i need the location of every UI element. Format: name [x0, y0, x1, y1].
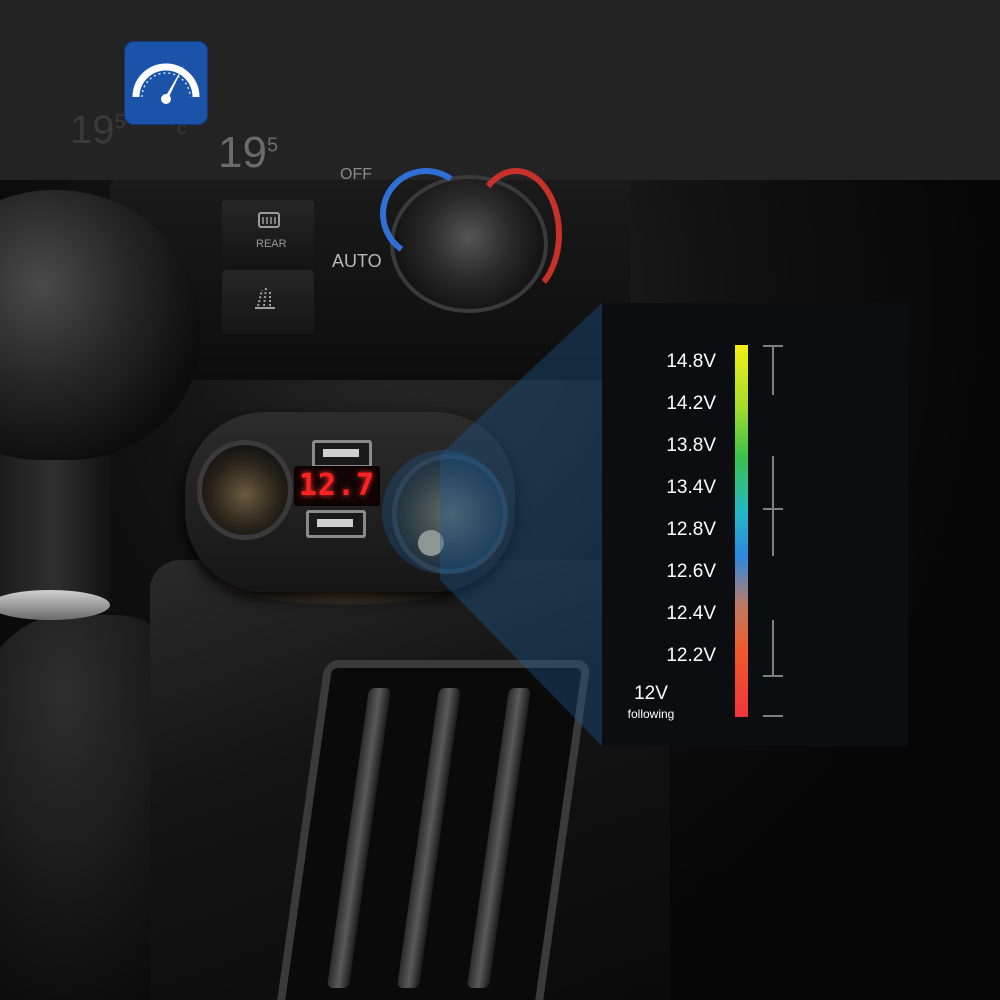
hvac-main-temperature: 195: [218, 128, 279, 177]
scale-bottom-sublabel: following: [627, 707, 675, 721]
voltage-display: 12.7: [294, 466, 380, 506]
speedometer-gauge-icon: [124, 41, 208, 125]
air-vent: [274, 660, 592, 1000]
scale-label-12-2: 12.2V: [666, 645, 716, 666]
scale-label-13-8: 13.8V: [666, 435, 716, 456]
usb-port-bottom: [306, 510, 366, 538]
lighter-socket-left: [197, 440, 293, 540]
product-photo: 195 °c 195 OFF REAR AUTO 12.7 14.8V 14.2…: [0, 0, 1000, 1000]
rear-defrost-icon: [258, 212, 280, 228]
scale-label-12v: 12V following: [596, 683, 706, 721]
vent-slat: [326, 688, 392, 988]
usb-port-top: [312, 440, 372, 468]
vent-slat: [466, 688, 532, 988]
scale-bottom-label: 12V: [634, 683, 668, 704]
ruler-segment: [772, 345, 774, 395]
airflow-button: [222, 270, 314, 334]
knob-hot-arc: [470, 168, 562, 300]
scale-label-12-8: 12.8V: [666, 519, 716, 540]
scale-label-12-4: 12.4V: [666, 603, 716, 624]
hvac-left-temperature: 195: [70, 108, 126, 152]
ruler-tick: [763, 508, 783, 510]
socket-pin: [418, 530, 444, 556]
scale-label-14-2: 14.2V: [666, 393, 716, 414]
gear-shaft: [0, 440, 110, 610]
scale-label-14-8: 14.8V: [666, 351, 716, 372]
auto-button-label: AUTO: [332, 251, 382, 271]
lighter-socket-right: [392, 454, 508, 574]
ruler-segment: [772, 456, 774, 556]
voltage-display-value: 12.7: [298, 468, 376, 503]
vent-slat: [396, 688, 462, 988]
ruler-segment: [772, 620, 774, 675]
rear-button-label: REAR: [256, 238, 287, 250]
scale-label-13-4: 13.4V: [666, 477, 716, 498]
hvac-off-label: OFF: [340, 166, 372, 180]
voltage-color-bar: [735, 345, 748, 717]
top-banner: 195 °c 195 OFF: [0, 0, 1000, 180]
rear-defrost-button: REAR: [222, 200, 314, 264]
windshield-airflow-icon: [255, 287, 275, 309]
ruler-tick: [763, 715, 783, 717]
ruler-tick: [763, 675, 783, 677]
scale-label-12-6: 12.6V: [666, 561, 716, 582]
